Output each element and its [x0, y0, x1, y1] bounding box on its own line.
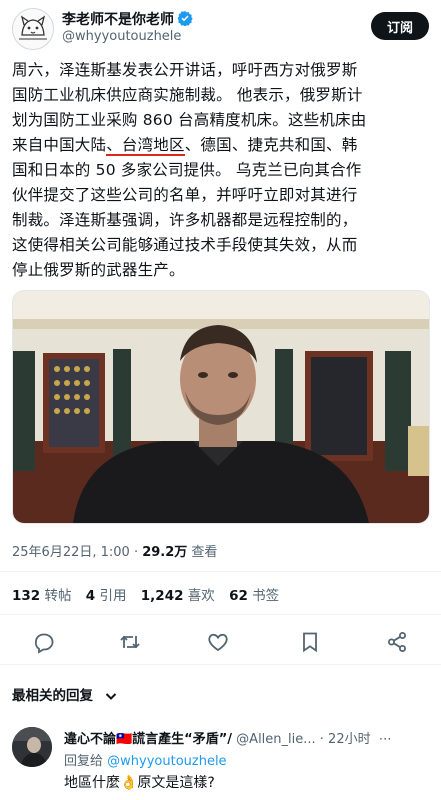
reply-author-handle[interactable]: @Allen_lie... — [236, 732, 315, 747]
stat-label: 引用 — [99, 588, 127, 604]
author-name-text[interactable]: 李老师不是你老师 — [62, 12, 174, 28]
reply-to-prefix: 回复给 — [64, 754, 108, 769]
tweet-line: 停止俄罗斯的武器生产。 — [12, 261, 185, 279]
tweet-line: 周六，泽连斯基发表公开讲话，呼吁西方对俄罗斯 — [12, 61, 358, 79]
tweet-line: 划为国防工业采购 860 台高精度机床。这些机床由 — [12, 111, 367, 129]
reply-text: 地區什麼👌原文是這樣? — [64, 775, 215, 791]
tweet-line: 国防工业机床供应商实施制裁。 他表示，俄罗斯计 — [12, 86, 363, 104]
like-icon[interactable] — [206, 630, 230, 654]
author-avatar[interactable] — [12, 8, 54, 50]
author-handle[interactable]: @whyyoutouzhele — [62, 29, 181, 44]
reply-avatar[interactable] — [12, 727, 52, 767]
reply-to: 回复给 @whyyoutouzhele — [64, 750, 227, 769]
stat-number: 62 — [229, 588, 248, 604]
underlined-taiwan: 、台湾地区 — [106, 136, 185, 156]
tweet-text-fragment: 、德国、捷克共和国、韩 — [184, 136, 358, 154]
repost-icon[interactable] — [118, 630, 142, 654]
tweet-text: 周六，泽连斯基发表公开讲话，呼吁西方对俄罗斯 国防工业机床供应商实施制裁。 他表… — [12, 58, 432, 283]
stat-number: 132 — [12, 588, 41, 604]
more-icon[interactable]: ⋯ — [379, 732, 392, 747]
tweet-line: 伙伴提交了这些公司的名单，并呼吁立即对其进行 — [12, 186, 358, 204]
divider — [0, 614, 441, 615]
tweet-meta: 25年6月22日, 1:00 · 29.2万 查看 — [12, 541, 217, 560]
stat-label: 转帖 — [44, 588, 72, 604]
divider — [0, 664, 441, 665]
share-icon[interactable] — [385, 630, 409, 654]
stat-bookmarks[interactable]: 62 书签 — [229, 584, 279, 604]
view-count: 29.2万 — [142, 545, 188, 560]
tweet-text-fragment: 来自中国大陆 — [12, 136, 107, 154]
timestamp[interactable]: 25年6月22日, 1:00 · — [12, 545, 142, 560]
engagement-stats: 132 转帖 4 引用 1,242 喜欢 62 书签 — [12, 584, 289, 604]
subscribe-button[interactable]: 订阅 — [371, 12, 429, 40]
reply-time[interactable]: · 22小时 — [320, 732, 371, 747]
reply-sort-dropdown[interactable]: 最相关的回复 — [12, 684, 118, 704]
tweet-line: 国和日本的 50 多家公司提供。 乌克兰已向其合作 — [12, 161, 362, 179]
view-label: 查看 — [187, 545, 218, 560]
reply-header: 違心不論🇹🇼謊言產生“矛盾”/ @Allen_lie... · 22小时 ⋯ — [64, 728, 434, 747]
tweet-photo[interactable] — [12, 290, 430, 524]
stat-reposts[interactable]: 132 转帖 — [12, 584, 71, 604]
sort-label: 最相关的回复 — [12, 688, 93, 704]
tweet-line-underlined: 来自中国大陆、台湾地区、德国、捷克共和国、韩 — [12, 133, 432, 158]
chevron-down-icon — [105, 693, 116, 700]
reply-icon[interactable] — [32, 630, 56, 654]
tweet-line: 这使得相关公司能够通过技术手段使其失效，从而 — [12, 236, 358, 254]
reply-to-link[interactable]: @whyyoutouzhele — [107, 754, 226, 769]
stat-number: 1,242 — [140, 588, 184, 604]
divider — [0, 571, 441, 572]
reply-author-name[interactable]: 違心不論🇹🇼謊言產生“矛盾”/ — [64, 732, 232, 747]
stat-quotes[interactable]: 4 引用 — [86, 584, 127, 604]
tweet-header: 李老师不是你老师 @whyyoutouzhele 订阅 — [0, 0, 441, 52]
stat-number: 4 — [85, 588, 96, 604]
stat-label: 书签 — [252, 588, 280, 604]
stat-likes[interactable]: 1,242 喜欢 — [141, 584, 215, 604]
author-name[interactable]: 李老师不是你老师 — [62, 9, 193, 30]
bookmark-icon[interactable] — [298, 630, 322, 654]
tweet-line: 制裁。泽连斯基强调，许多机器都是远程控制的， — [12, 211, 358, 229]
photo-zelensky-office — [13, 291, 429, 523]
stat-label: 喜欢 — [187, 588, 215, 604]
verified-badge-icon — [177, 10, 193, 30]
action-bar — [0, 624, 441, 660]
